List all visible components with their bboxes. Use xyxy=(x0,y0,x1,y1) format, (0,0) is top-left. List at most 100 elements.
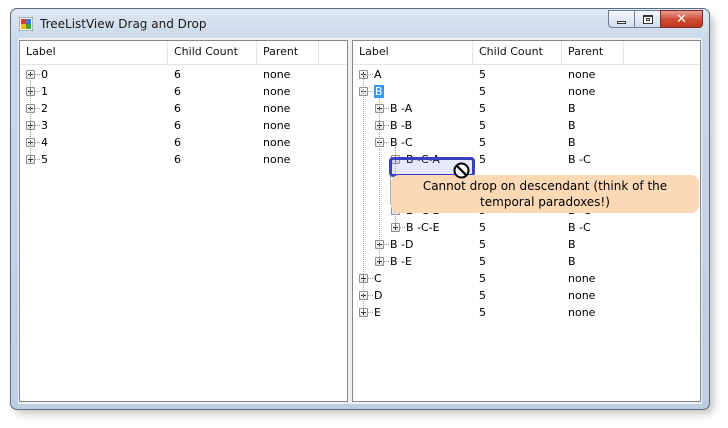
caption-buttons: ✕ xyxy=(608,10,703,29)
tree-row[interactable]: B -C-E 5 B -C xyxy=(353,219,700,236)
tree-connector xyxy=(35,142,40,143)
row-child-count: 5 xyxy=(479,85,486,98)
row-child-count: 6 xyxy=(174,102,181,115)
maximize-button[interactable] xyxy=(634,10,660,28)
row-label: 2 xyxy=(41,102,48,115)
row-label: 4 xyxy=(41,136,48,149)
row-child-count: 6 xyxy=(174,153,181,166)
row-parent: none xyxy=(263,85,291,98)
row-child-count: 5 xyxy=(479,238,486,251)
row-label: D xyxy=(374,287,382,304)
tree-row[interactable]: E 5 none xyxy=(353,304,700,321)
left-tree-list[interactable]: Label Child Count Parent 0 6 none 1 6 none 2 6 n… xyxy=(19,40,348,402)
tree-connector xyxy=(35,108,40,109)
title-bar[interactable]: TreeListView Drag and Drop ✕ xyxy=(11,9,709,37)
row-parent: none xyxy=(568,68,596,81)
drag-drop-tooltip: Cannot drop on descendant (think of the … xyxy=(391,175,699,213)
window-title: TreeListView Drag and Drop xyxy=(40,17,207,31)
tree-row[interactable]: 1 6 none xyxy=(20,83,347,100)
row-label-text: B -C-E xyxy=(406,221,440,234)
tree-row[interactable]: B -D 5 B xyxy=(353,236,700,253)
close-button[interactable]: ✕ xyxy=(660,10,703,28)
tree-connector xyxy=(35,74,40,75)
right-tree-list[interactable]: Label Child Count Parent A 5 none B 5 none B -… xyxy=(352,40,701,402)
tree-row[interactable]: 2 6 none xyxy=(20,100,347,117)
tree-connector xyxy=(384,261,389,262)
tree-row[interactable]: 5 6 none xyxy=(20,151,347,168)
tree-row[interactable]: 3 6 none xyxy=(20,117,347,134)
row-label-text: B -E xyxy=(390,255,412,268)
row-parent: B xyxy=(568,255,576,268)
minimize-button[interactable] xyxy=(608,10,634,28)
minimize-icon xyxy=(617,21,626,24)
row-parent: none xyxy=(263,119,291,132)
row-label: 5 xyxy=(41,153,48,166)
column-header-child-count[interactable]: Child Count xyxy=(473,41,562,64)
left-header: Label Child Count Parent xyxy=(20,41,347,65)
row-label: B -E xyxy=(390,253,412,270)
tree-row[interactable]: B -B 5 B xyxy=(353,117,700,134)
tree-branch-line xyxy=(363,74,364,312)
tree-row[interactable]: B -C 5 B xyxy=(353,134,700,151)
column-header-child-count[interactable]: Child Count xyxy=(168,41,257,64)
column-header-parent[interactable]: Parent xyxy=(562,41,624,64)
row-label: B -D xyxy=(390,236,413,253)
row-child-count: 6 xyxy=(174,85,181,98)
tree-row[interactable]: 0 6 none xyxy=(20,66,347,83)
tree-row[interactable]: B 5 none xyxy=(353,83,700,100)
row-label: 1 xyxy=(41,85,48,98)
close-icon: ✕ xyxy=(676,12,687,27)
row-parent: none xyxy=(568,306,596,319)
row-label-text: D xyxy=(374,289,383,302)
tree-row[interactable]: A 5 none xyxy=(353,66,700,83)
row-child-count: 5 xyxy=(479,68,486,81)
tree-connector xyxy=(384,108,389,109)
row-child-count: 6 xyxy=(174,119,181,132)
row-parent: B xyxy=(568,238,576,251)
row-parent: none xyxy=(263,136,291,149)
column-header-label[interactable]: Label xyxy=(353,41,473,64)
tree-connector xyxy=(368,295,373,296)
row-label-text: B -A xyxy=(390,102,413,115)
row-parent: none xyxy=(568,272,596,285)
tree-row[interactable]: D 5 none xyxy=(353,287,700,304)
row-parent: none xyxy=(263,153,291,166)
no-drop-cursor-icon xyxy=(453,162,470,179)
tree-connector xyxy=(368,91,373,92)
row-parent: B xyxy=(568,119,576,132)
row-parent: none xyxy=(568,85,596,98)
row-child-count: 5 xyxy=(479,306,486,319)
app-icon xyxy=(19,17,33,31)
row-label: E xyxy=(374,304,381,321)
row-label-text: E xyxy=(374,306,381,319)
tree-connector xyxy=(35,91,40,92)
row-label: C xyxy=(374,270,382,287)
row-label: B -C xyxy=(390,134,413,151)
column-header-parent[interactable]: Parent xyxy=(257,41,319,64)
row-parent: B xyxy=(568,102,576,115)
right-header: Label Child Count Parent xyxy=(353,41,700,65)
row-label: 3 xyxy=(41,119,48,132)
column-header-label[interactable]: Label xyxy=(20,41,168,64)
tree-row[interactable]: C 5 none xyxy=(353,270,700,287)
row-child-count: 5 xyxy=(479,255,486,268)
maximize-icon xyxy=(643,15,653,24)
tree-branch-line xyxy=(379,96,380,261)
tree-row[interactable]: B -A 5 B xyxy=(353,100,700,117)
row-child-count: 5 xyxy=(479,102,486,115)
tree-row[interactable]: B -E 5 B xyxy=(353,253,700,270)
client-area: Label Child Count Parent 0 6 none 1 6 none 2 6 n… xyxy=(18,38,702,404)
tree-connector xyxy=(368,312,373,313)
tree-connector xyxy=(368,278,373,279)
tree-connector xyxy=(384,244,389,245)
row-child-count: 5 xyxy=(479,119,486,132)
row-label: 0 xyxy=(41,68,48,81)
row-child-count: 5 xyxy=(479,136,486,149)
row-label-text: C xyxy=(374,272,382,285)
tree-row[interactable]: 4 6 none xyxy=(20,134,347,151)
tree-connector xyxy=(400,227,405,228)
row-child-count: 5 xyxy=(479,272,486,285)
row-child-count: 6 xyxy=(174,68,181,81)
row-label-text: B -B xyxy=(390,119,413,132)
row-parent: none xyxy=(568,289,596,302)
